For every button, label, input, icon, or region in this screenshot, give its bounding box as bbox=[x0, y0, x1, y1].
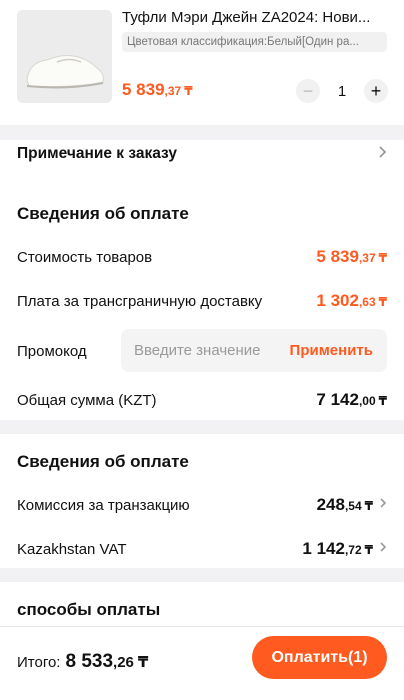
price-decimal: ,72 bbox=[344, 543, 362, 557]
chevron-right-icon bbox=[379, 496, 387, 514]
payment-details-title: Сведения об оплате bbox=[17, 204, 189, 223]
price-integer: 8 533 bbox=[65, 651, 114, 672]
transaction-fee-label: Комиссия за транзакцию bbox=[17, 496, 190, 514]
vat-row[interactable]: Kazakhstan VAT 1 142,72 ₸ bbox=[17, 538, 387, 560]
price-integer: 248 bbox=[316, 495, 345, 514]
goods-cost-label: Стоимость товаров bbox=[17, 248, 153, 266]
chevron-right-icon bbox=[378, 145, 387, 164]
order-note-row[interactable]: Примечание к заказу bbox=[17, 140, 387, 168]
cart-product-card: Туфли Мэри Джейн ZA2024: Нови... Цветова… bbox=[0, 0, 404, 125]
vat-value: 1 142,72 ₸ bbox=[302, 539, 373, 559]
vat-label: Kazakhstan VAT bbox=[17, 540, 127, 558]
order-total-row: Общая сумма (KZT) 7 142,00 ₸ bbox=[17, 389, 387, 411]
delivery-fee-label: Плата за трансграничную доставку bbox=[17, 292, 263, 310]
promo-code-input[interactable] bbox=[134, 342, 279, 359]
grand-total: Итого: 8 533,26 ₸ bbox=[17, 651, 148, 673]
promo-code-label: Промокод bbox=[17, 342, 87, 360]
delivery-fee-row: Плата за трансграничную доставку 1 302,6… bbox=[17, 290, 387, 312]
quantity-stepper: − 1 + bbox=[296, 79, 388, 103]
transaction-fee-value: 248,54 ₸ bbox=[317, 495, 373, 515]
price-integer: 1 142 bbox=[302, 539, 345, 558]
payment-fees-title: Сведения об оплате bbox=[17, 452, 189, 471]
promo-label-row: Промокод bbox=[17, 340, 87, 362]
goods-cost-row: Стоимость товаров 5 839,37 ₸ bbox=[17, 246, 387, 268]
currency-sign: ₸ bbox=[378, 394, 387, 408]
goods-cost-value: 5 839,37 ₸ bbox=[316, 247, 387, 267]
price-integer: 1 302 bbox=[316, 291, 359, 310]
currency-sign: ₸ bbox=[378, 251, 387, 265]
currency-sign: ₸ bbox=[137, 654, 149, 671]
price-decimal: ,54 bbox=[344, 499, 362, 513]
shoe-image bbox=[17, 10, 112, 103]
product-price: 5 839,37 ₸ bbox=[122, 80, 193, 100]
order-total-label: Общая сумма (KZT) bbox=[17, 391, 157, 409]
currency-sign: ₸ bbox=[364, 499, 373, 513]
grand-total-label: Итого: bbox=[17, 654, 61, 671]
product-title[interactable]: Туфли Мэри Джейн ZA2024: Нови... bbox=[122, 9, 392, 26]
transaction-fee-row[interactable]: Комиссия за транзакцию 248,54 ₸ bbox=[17, 494, 387, 516]
currency-sign: ₸ bbox=[184, 84, 193, 98]
price-integer: 5 839 bbox=[122, 80, 165, 99]
decrease-quantity-button[interactable]: − bbox=[296, 79, 320, 103]
product-thumbnail[interactable] bbox=[17, 10, 112, 103]
apply-promo-button[interactable]: Применить bbox=[290, 342, 373, 359]
delivery-fee-value: 1 302,63 ₸ bbox=[316, 291, 387, 311]
increase-quantity-button[interactable]: + bbox=[364, 79, 388, 103]
quantity-value: 1 bbox=[337, 82, 347, 100]
currency-sign: ₸ bbox=[364, 543, 373, 557]
price-decimal: ,37 bbox=[164, 84, 182, 98]
price-decimal: ,37 bbox=[358, 251, 376, 265]
price-decimal: ,26 bbox=[113, 654, 134, 671]
pay-button[interactable]: Оплатить(1) bbox=[252, 636, 387, 679]
price-integer: 5 839 bbox=[316, 247, 359, 266]
price-integer: 7 142 bbox=[316, 390, 359, 409]
price-decimal: ,63 bbox=[358, 295, 376, 309]
order-note-label: Примечание к заказу bbox=[17, 145, 177, 162]
payment-fees-card: Сведения об оплате Комиссия за транзакци… bbox=[0, 434, 404, 568]
checkout-bottom-bar: Итого: 8 533,26 ₸ Оплатить(1) bbox=[0, 626, 404, 700]
product-variant[interactable]: Цветовая классификация:Белый[Один ра... bbox=[122, 32, 387, 52]
payment-details-card: Сведения об оплате Стоимость товаров 5 8… bbox=[0, 186, 404, 420]
currency-sign: ₸ bbox=[378, 295, 387, 309]
promo-code-box: Применить bbox=[121, 329, 387, 372]
chevron-right-icon bbox=[379, 540, 387, 558]
payment-methods-title: способы оплаты bbox=[17, 600, 161, 619]
price-decimal: ,00 bbox=[358, 394, 376, 408]
order-total-value: 7 142,00 ₸ bbox=[316, 390, 387, 410]
